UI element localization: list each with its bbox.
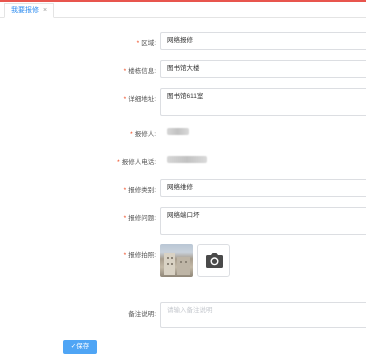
thumbnail-window: [180, 261, 182, 263]
category-label: * 报修类别:: [123, 187, 156, 194]
photo-thumbnail[interactable]: [160, 244, 193, 277]
problem-label: * 报修问题:: [123, 215, 156, 222]
required-mark: *: [136, 40, 140, 47]
category-value: 网络维修: [167, 184, 193, 191]
tab-label: 我要报修: [11, 7, 39, 14]
phone-input[interactable]: [160, 151, 366, 169]
required-mark: *: [123, 215, 127, 222]
thumbnail-window: [185, 261, 187, 263]
phone-label: * 报修人电话:: [117, 159, 156, 166]
photo-label: * 报修拍照:: [123, 252, 156, 259]
address-value: 图书馆611室: [167, 93, 204, 100]
thumbnail-window: [171, 263, 173, 265]
required-mark: *: [123, 96, 127, 103]
reporter-input[interactable]: [160, 123, 366, 141]
region-label: * 区域:: [136, 40, 156, 47]
save-button[interactable]: ✓保存: [63, 340, 97, 354]
phone-redacted: [167, 155, 207, 163]
thumbnail-building: [164, 253, 175, 275]
thumbnail-window: [167, 257, 169, 259]
problem-value: 网络端口坏: [167, 212, 200, 219]
building-value: 图书馆大楼: [167, 65, 200, 72]
required-mark: *: [123, 187, 127, 194]
required-mark: *: [130, 131, 133, 138]
building-label: * 楼栋信息:: [123, 68, 156, 75]
address-textarea[interactable]: 图书馆611室: [160, 88, 366, 116]
close-icon[interactable]: ×: [43, 7, 47, 14]
tab-bar: 我要报修 ×: [0, 2, 366, 18]
camera-icon: [206, 253, 223, 268]
required-mark: *: [123, 252, 127, 259]
problem-textarea[interactable]: 网络端口坏: [160, 207, 366, 235]
tab-report-repair[interactable]: 我要报修 ×: [4, 3, 55, 18]
region-input[interactable]: 网络报修: [160, 32, 366, 50]
address-label: * 详细地址:: [123, 96, 156, 103]
required-mark: *: [117, 159, 120, 166]
remark-placeholder: 请输入备注说明: [167, 307, 213, 314]
thumbnail-building: [177, 257, 190, 275]
reporter-label: * 报修人:: [130, 131, 156, 138]
thumbnail-window: [171, 257, 173, 259]
thumbnail-window: [167, 263, 169, 265]
building-input[interactable]: 图书馆大楼: [160, 60, 366, 78]
photo-upload-button[interactable]: [197, 244, 230, 277]
save-button-label: ✓保存: [70, 343, 90, 350]
remark-label: 备注说明:: [128, 311, 156, 318]
remark-textarea[interactable]: 请输入备注说明: [160, 302, 366, 328]
reporter-redacted: [167, 127, 189, 135]
region-value: 网络报修: [167, 37, 193, 44]
required-mark: *: [123, 68, 127, 75]
category-input[interactable]: 网络维修: [160, 179, 366, 197]
